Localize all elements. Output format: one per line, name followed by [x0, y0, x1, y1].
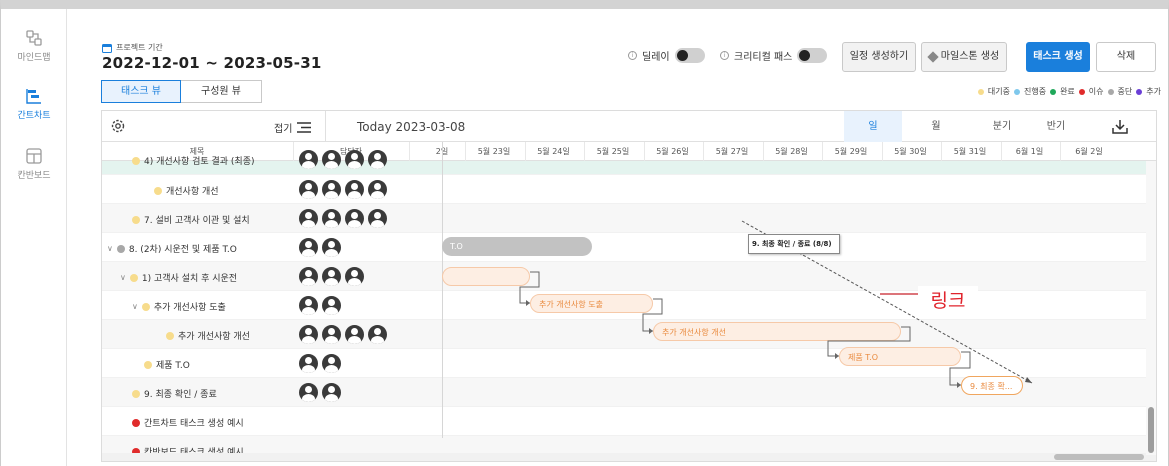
- tab-task-view[interactable]: 태스크 뷰: [101, 80, 181, 103]
- left-nav: 마인드맵 간트차트 칸반보드: [1, 9, 67, 466]
- delay-toggle[interactable]: [674, 48, 705, 63]
- horizontal-scrollbar[interactable]: [102, 453, 1156, 461]
- nav-gantt-label: 간트차트: [17, 111, 51, 121]
- info-icon: i: [628, 51, 637, 60]
- kanban-icon: [26, 148, 42, 164]
- gantt-icon: [26, 89, 41, 104]
- diamond-icon: [927, 51, 939, 63]
- legend-waiting: 대기중: [987, 87, 1010, 96]
- delete-button[interactable]: 삭제: [1096, 42, 1156, 72]
- info-icon: i: [720, 51, 729, 60]
- legend-dot-waiting: [977, 88, 984, 95]
- delay-label: 딜레이: [642, 52, 670, 63]
- legend-dot-done: [1050, 88, 1057, 95]
- critical-path-label: 크리티컬 패스: [734, 52, 793, 63]
- legend-dot-progress: [1013, 88, 1020, 95]
- nav-mindmap[interactable]: 마인드맵: [1, 29, 67, 63]
- tab-member-view[interactable]: 구성원 뷰: [181, 80, 262, 103]
- delay-toggle-group: i 딜레이: [628, 48, 705, 63]
- vertical-scroll-thumb[interactable]: [1148, 407, 1154, 453]
- legend-dot-stopped: [1107, 88, 1114, 95]
- legend-issue: 이슈: [1088, 87, 1104, 96]
- critical-path-toggle[interactable]: [797, 48, 828, 63]
- view-tabs: 태스크 뷰 구성원 뷰: [101, 80, 262, 103]
- project-dates: 2022-12-01 ~ 2023-05-31: [102, 54, 322, 72]
- project-period-label: 프로젝트 기간: [102, 42, 163, 53]
- schedule-generate-button[interactable]: 일정 생성하기: [842, 42, 916, 72]
- calendar-icon: [102, 43, 112, 53]
- dependency-tooltip: 9. 최종 확인 / 종료 (8/8): [748, 234, 840, 254]
- legend-stopped: 중단: [1117, 87, 1133, 96]
- legend-done: 완료: [1060, 87, 1075, 96]
- critical-toggle-group: i 크리티컬 패스: [720, 48, 828, 63]
- status-legend: 대기중 진행중 완료 이슈 중단 추가: [977, 86, 1161, 97]
- task-create-button[interactable]: 태스크 생성: [1026, 42, 1090, 72]
- milestone-create-label: 마일스톤 생성: [940, 51, 1000, 62]
- vertical-scrollbar[interactable]: [1146, 161, 1156, 455]
- legend-dot-issue: [1078, 88, 1085, 95]
- nav-mindmap-label: 마인드맵: [17, 53, 51, 63]
- mindmap-icon: [26, 30, 42, 46]
- gantt-chart: 접기 Today 2023-03-08 일 월 분기 반기 제목 담당자 2일5…: [101, 110, 1157, 462]
- horizontal-scroll-thumb[interactable]: [1054, 454, 1144, 460]
- project-period-text: 프로젝트 기간: [116, 43, 163, 52]
- legend-added: 추가: [1146, 87, 1161, 96]
- legend-dot-added: [1136, 88, 1143, 95]
- legend-progress: 진행중: [1023, 87, 1047, 96]
- nav-kanban-label: 칸반보드: [17, 171, 51, 181]
- dependency-links: [519, 220, 1033, 388]
- nav-gantt[interactable]: 간트차트: [1, 87, 67, 121]
- nav-kanban[interactable]: 칸반보드: [1, 147, 67, 181]
- milestone-create-button[interactable]: 마일스톤 생성: [921, 42, 1007, 72]
- annotation-link-label: 링크: [918, 286, 978, 316]
